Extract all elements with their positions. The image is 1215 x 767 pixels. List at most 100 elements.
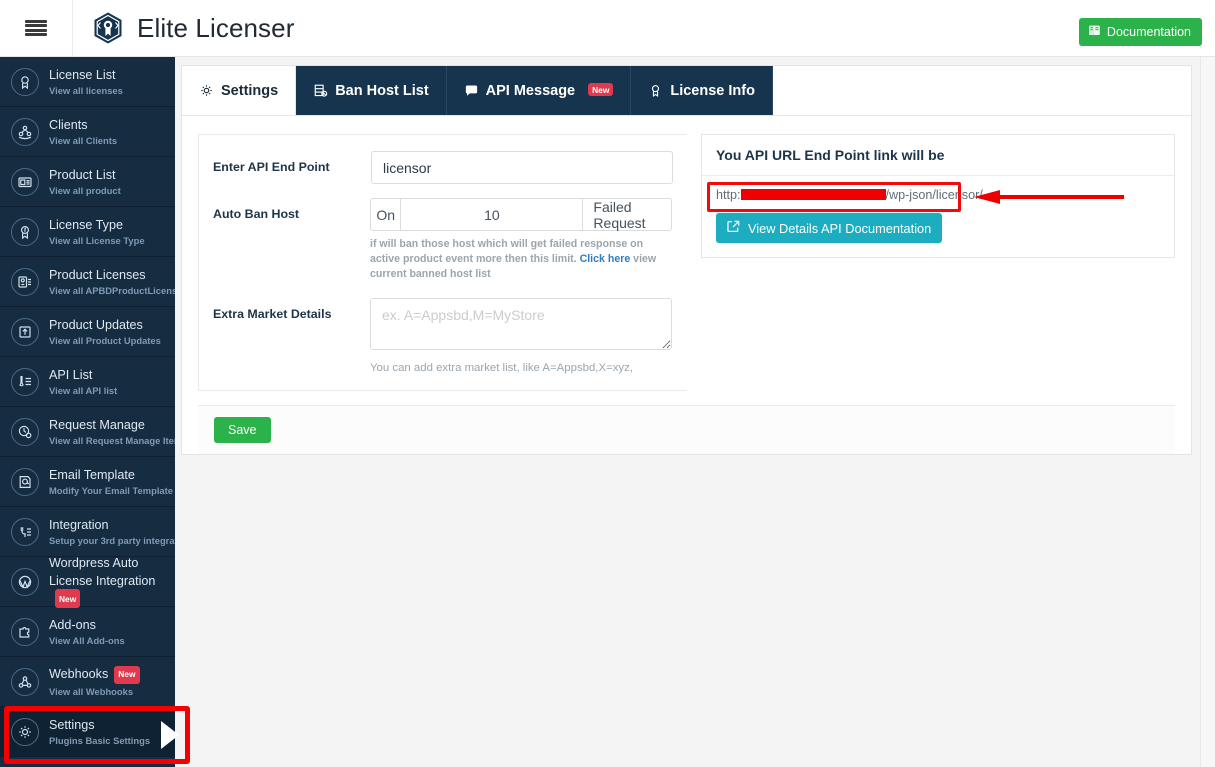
api-url-prefix: http: bbox=[716, 188, 741, 202]
page-scrollbar[interactable] bbox=[1200, 57, 1215, 767]
api-url-text: http: /wp-json/licensor/ bbox=[716, 188, 1160, 202]
sidebar-item-wordpress-auto-license-integration[interactable]: Wordpress Auto License IntegrationNew bbox=[0, 556, 175, 609]
settings-form: Enter API End Point Auto Ban Host On bbox=[198, 134, 687, 391]
license-icon bbox=[648, 83, 663, 98]
extra-market-details-textarea[interactable] bbox=[370, 298, 672, 350]
tab-bar-filler bbox=[772, 66, 1191, 115]
sidebar-item-subtitle: View all product bbox=[49, 185, 121, 196]
api-url-suffix: /wp-json/licensor/ bbox=[885, 188, 983, 202]
sidebar-item-product-list[interactable]: Product List View all product bbox=[0, 157, 175, 207]
book-icon bbox=[1088, 24, 1101, 40]
sidebar-item-label: Add-ons bbox=[49, 618, 96, 632]
license-badge-icon bbox=[11, 217, 39, 246]
banned-host-list-link[interactable]: Click here bbox=[580, 253, 631, 265]
sidebar-item-product-updates[interactable]: Product Updates View all Product Updates bbox=[0, 307, 175, 357]
auto-ban-toggle-button[interactable]: On bbox=[370, 198, 402, 231]
tab-label: API Message bbox=[485, 82, 576, 99]
sidebar-item-label: Request Manage bbox=[49, 418, 145, 432]
sidebar-nav: License List View all licenses Clients View… bbox=[0, 57, 175, 767]
sidebar-item-add-ons[interactable]: Add-ons View All Add-ons bbox=[0, 607, 175, 657]
chat-bubble-icon bbox=[464, 83, 479, 98]
auto-ban-host-hint: if will ban those host which will get fa… bbox=[370, 237, 673, 282]
sidebar-item-settings[interactable]: Settings Plugins Basic Settings bbox=[0, 707, 175, 757]
sidebar-item-email-template[interactable]: Email Template Modify Your Email Template bbox=[0, 457, 175, 507]
sidebar-item-product-licenses[interactable]: Product Licenses View all APBDProductLice… bbox=[0, 257, 175, 307]
sidebar-item-label: License Type bbox=[49, 218, 123, 232]
top-header-bar: Elite Licenser Documentation bbox=[0, 0, 1215, 57]
main-content: Settings Ban Host List API Message New Licen… bbox=[175, 57, 1215, 767]
tab-badge: New bbox=[588, 83, 614, 96]
api-endpoint-input[interactable] bbox=[371, 151, 673, 184]
api-url-card-title: You API URL End Point link will be bbox=[702, 135, 1174, 176]
sidebar-item-subtitle: Modify Your Email Template bbox=[49, 485, 173, 496]
sidebar-item-label: License List bbox=[49, 68, 116, 82]
tab-ban-host-list[interactable]: Ban Host List bbox=[296, 66, 447, 115]
view-api-documentation-button[interactable]: View Details API Documentation bbox=[716, 213, 943, 243]
auto-ban-limit-input[interactable] bbox=[401, 198, 584, 231]
menu-toggle-button[interactable] bbox=[0, 0, 73, 57]
ban-list-icon bbox=[313, 83, 328, 98]
extra-market-details-hint: You can add extra market list, like A=Ap… bbox=[370, 362, 633, 374]
sidebar-item-subtitle: View all licenses bbox=[49, 85, 123, 96]
badge-hexagon-logo-icon bbox=[91, 11, 125, 45]
sidebar-item-license-list[interactable]: License List View all licenses bbox=[0, 57, 175, 107]
field-auto-ban-host: Auto Ban Host On Failed Request if will … bbox=[213, 198, 673, 282]
sidebar-item-label: Email Template bbox=[49, 468, 135, 482]
tab-license-info[interactable]: License Info bbox=[631, 66, 773, 115]
sidebar-item-subtitle: Setup your 3rd party integration bbox=[49, 535, 175, 546]
auto-ban-host-group: On Failed Request bbox=[370, 198, 672, 231]
sidebar-item-label: Clients bbox=[49, 118, 88, 132]
tab-label: Ban Host List bbox=[335, 82, 429, 99]
sidebar-item-license-type[interactable]: License Type View all License Type bbox=[0, 207, 175, 257]
puzzle-icon bbox=[11, 617, 39, 646]
field-api-endpoint: Enter API End Point bbox=[213, 151, 673, 184]
sidebar-item-subtitle: View all API list bbox=[49, 385, 118, 396]
sidebar-item-subtitle: View all APBDProductLicense bbox=[49, 285, 175, 296]
tab-bar: Settings Ban Host List API Message New Licen… bbox=[182, 66, 1191, 115]
save-bar: Save bbox=[198, 405, 1175, 454]
auto-ban-host-label: Auto Ban Host bbox=[213, 207, 300, 221]
sidebar-item-subtitle: View all Clients bbox=[49, 135, 118, 146]
gear-icon bbox=[11, 717, 39, 746]
sidebar-item-clients[interactable]: Clients View all Clients bbox=[0, 107, 175, 157]
settings-panel: Enter API End Point Auto Ban Host On bbox=[182, 115, 1191, 454]
api-url-redaction-bar bbox=[740, 189, 886, 200]
sidebar-item-subtitle: View all License Type bbox=[49, 235, 145, 246]
sidebar-item-webhooks[interactable]: Webhooks New View all Webhooks bbox=[0, 657, 175, 707]
api-list-icon bbox=[11, 367, 39, 396]
sidebar-item-label: Product List bbox=[49, 168, 116, 182]
tab-api-message[interactable]: API Message New bbox=[446, 66, 632, 115]
sidebar-item-api-list[interactable]: API List View all API list bbox=[0, 357, 175, 407]
clock-gear-icon bbox=[11, 417, 39, 446]
sidebar-item-subtitle: View all Product Updates bbox=[49, 335, 161, 346]
tab-label: Settings bbox=[221, 82, 279, 99]
external-link-icon bbox=[727, 220, 740, 236]
email-template-icon bbox=[11, 467, 39, 496]
documentation-button[interactable]: Documentation bbox=[1078, 18, 1202, 46]
sidebar-item-label: Webhooks New bbox=[49, 665, 140, 684]
sidebar-item-label: Wordpress Auto License IntegrationNew bbox=[49, 556, 155, 609]
save-button[interactable]: Save bbox=[214, 417, 271, 443]
field-extra-market-details: Extra Market Details You can add extra m… bbox=[213, 298, 673, 376]
tab-settings[interactable]: Settings bbox=[182, 66, 297, 115]
sidebar-item-label: Integration bbox=[49, 518, 109, 532]
sidebar-item-subtitle: View All Add-ons bbox=[49, 635, 125, 646]
sidebar-item-integration[interactable]: Integration Setup your 3rd party integrat… bbox=[0, 507, 175, 557]
sidebar-item-subtitle: View all Request Manage Item bbox=[49, 435, 175, 446]
upload-box-icon bbox=[11, 317, 39, 346]
api-url-section: You API URL End Point link will be http:… bbox=[687, 134, 1175, 391]
clients-network-icon bbox=[11, 117, 39, 146]
extra-market-details-label: Extra Market Details bbox=[213, 307, 332, 321]
sidebar-item-request-manage[interactable]: Request Manage View all Request Manage It… bbox=[0, 407, 175, 457]
certificate-icon bbox=[11, 67, 39, 96]
plug-icon bbox=[11, 517, 39, 546]
product-license-icon bbox=[11, 267, 39, 296]
sidebar-item-badge: New bbox=[114, 665, 140, 684]
tab-label: License Info bbox=[670, 82, 755, 99]
view-api-documentation-label: View Details API Documentation bbox=[748, 220, 932, 236]
api-url-card: You API URL End Point link will be http:… bbox=[701, 134, 1175, 258]
documentation-button-label: Documentation bbox=[1106, 25, 1191, 39]
auto-ban-suffix-label: Failed Request bbox=[583, 198, 672, 231]
api-url-card-body: http: /wp-json/licensor/ View Details API… bbox=[702, 176, 1174, 257]
sidebar-item-badge: New bbox=[55, 589, 81, 609]
